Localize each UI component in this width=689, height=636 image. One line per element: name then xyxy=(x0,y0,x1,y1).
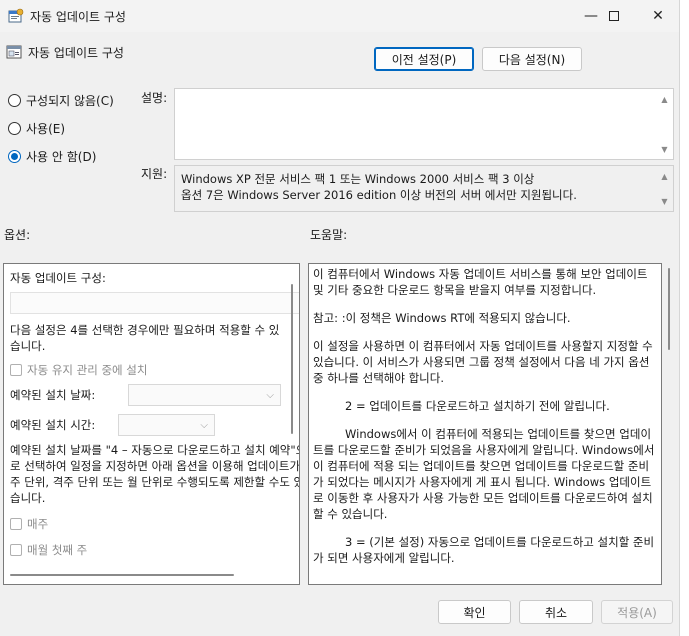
scheduled-day-label: 예약된 설치 날짜: xyxy=(10,388,96,402)
radio-button[interactable] xyxy=(8,94,21,107)
supported-line: 옵션 7은 Windows Server 2016 edition 이상 버전의… xyxy=(181,188,577,202)
help-panel[interactable]: 이 컴퓨터에서 Windows 자동 업데이트 서비스를 통해 보안 업데이트 … xyxy=(308,263,662,585)
next-setting-button[interactable]: 다음 설정(N) xyxy=(482,47,582,71)
help-paragraph: 이 컴퓨터에서 Windows 자동 업데이트 서비스를 통해 보안 업데이트 … xyxy=(313,267,648,297)
radio-label: 구성되지 않음(C) xyxy=(26,94,114,108)
radio-enabled[interactable]: 사용(E) xyxy=(8,120,65,137)
comment-label: 설명: xyxy=(141,91,168,105)
supported-line: Windows XP 전문 서비스 팩 1 또는 Windows 2000 서비… xyxy=(181,172,535,186)
group-policy-icon xyxy=(8,8,24,24)
maintenance-checkbox-row[interactable]: 자동 유지 관리 중에 설치 xyxy=(10,362,286,378)
close-button[interactable]: ✕ xyxy=(637,0,679,32)
policy-setting-icon xyxy=(6,44,22,60)
radio-button-selected[interactable] xyxy=(8,150,21,163)
scroll-down-arrow-icon[interactable]: ▼ xyxy=(657,142,672,156)
schedule-description: 예약된 설치 날짜를 "4 – 자동으로 다운로드하고 설치 예약"으로 선택하… xyxy=(10,443,300,505)
checkbox[interactable] xyxy=(10,544,22,556)
scheduled-day-row: 예약된 설치 날짜: ⌵ xyxy=(10,384,286,406)
radio-not-configured[interactable]: 구성되지 않음(C) xyxy=(8,92,114,109)
checkbox-label: 매월 첫째 주 xyxy=(27,543,88,557)
scroll-up-arrow-icon[interactable]: ▲ xyxy=(657,92,672,106)
comment-textbox[interactable]: ▲ ▼ xyxy=(174,88,674,160)
window-title: 자동 업데이트 구성 xyxy=(30,10,126,24)
chevron-down-icon: ⌵ xyxy=(200,420,208,431)
help-paragraph: 3 = (기본 설정) 자동으로 업데이트를 다운로드하고 설치할 준비가 되면… xyxy=(313,535,655,565)
help-paragraph: 이 설정을 사용하면 이 컴퓨터에서 자동 업데이트를 사용할지 지정할 수 있… xyxy=(313,339,653,385)
first-week-checkbox-row[interactable]: 매월 첫째 주 xyxy=(10,542,286,558)
configure-label: 자동 업데이트 구성: xyxy=(10,271,106,285)
weekly-checkbox-row[interactable]: 매주 xyxy=(10,516,286,532)
chevron-down-icon: ⌵ xyxy=(266,390,274,401)
apply-button[interactable]: 적용(A) xyxy=(601,600,673,624)
title-bar[interactable]: 자동 업데이트 구성 — ✕ xyxy=(0,0,689,32)
setting-name: 자동 업데이트 구성 xyxy=(28,46,124,60)
help-paragraph: 2 = 업데이트를 다운로드하고 설치하기 전에 알립니다. xyxy=(345,399,610,413)
help-paragraph: 참고: :이 정책은 Windows RT에 적용되지 않습니다. xyxy=(313,311,571,325)
checkbox[interactable] xyxy=(10,518,22,530)
radio-disabled[interactable]: 사용 안 함(D) xyxy=(8,148,96,165)
radio-label: 사용 안 함(D) xyxy=(26,150,97,164)
supported-scrollbar[interactable]: ▲ ▼ xyxy=(657,167,672,210)
options-heading: 옵션: xyxy=(4,228,31,242)
scheduled-time-row: 예약된 설치 시간: ⌵ xyxy=(10,414,286,436)
checkbox-label: 자동 유지 관리 중에 설치 xyxy=(27,363,148,377)
scroll-up-arrow-icon[interactable]: ▲ xyxy=(657,169,672,183)
cancel-button[interactable]: 취소 xyxy=(519,600,593,624)
supported-on-box: Windows XP 전문 서비스 팩 1 또는 Windows 2000 서비… xyxy=(174,165,674,212)
options-panel[interactable]: 자동 업데이트 구성: 다음 설정은 4를 선택한 경우에만 필요하며 적용할 … xyxy=(3,263,300,585)
options-vertical-scrollbar[interactable] xyxy=(291,284,293,434)
maximize-icon xyxy=(609,11,619,21)
scheduled-time-label: 예약된 설치 시간: xyxy=(10,418,96,432)
help-heading: 도움말: xyxy=(310,228,348,242)
configure-dropdown[interactable] xyxy=(10,292,299,314)
checkbox-label: 매주 xyxy=(27,517,49,531)
supported-label: 지원: xyxy=(141,167,168,181)
options-note: 다음 설정은 4를 선택한 경우에만 필요하며 적용할 수 있습니다. xyxy=(10,323,280,353)
scheduled-day-dropdown[interactable]: ⌵ xyxy=(128,384,281,406)
help-vertical-scrollbar[interactable] xyxy=(668,268,670,350)
previous-setting-button[interactable]: 이전 설정(P) xyxy=(374,47,474,71)
comment-scrollbar[interactable]: ▲ ▼ xyxy=(657,90,672,158)
scheduled-time-dropdown[interactable]: ⌵ xyxy=(118,414,215,436)
radio-button[interactable] xyxy=(8,122,21,135)
ok-button[interactable]: 확인 xyxy=(438,600,511,624)
maximize-button[interactable] xyxy=(591,0,637,32)
background-window-edge xyxy=(679,0,689,636)
options-horizontal-scrollbar[interactable] xyxy=(10,574,234,576)
radio-label: 사용(E) xyxy=(26,122,66,136)
checkbox[interactable] xyxy=(10,364,22,376)
help-paragraph: Windows에서 이 컴퓨터에 적용되는 업데이트를 찾으면 업데이트를 다운… xyxy=(313,427,655,521)
scroll-down-arrow-icon[interactable]: ▼ xyxy=(657,194,672,208)
